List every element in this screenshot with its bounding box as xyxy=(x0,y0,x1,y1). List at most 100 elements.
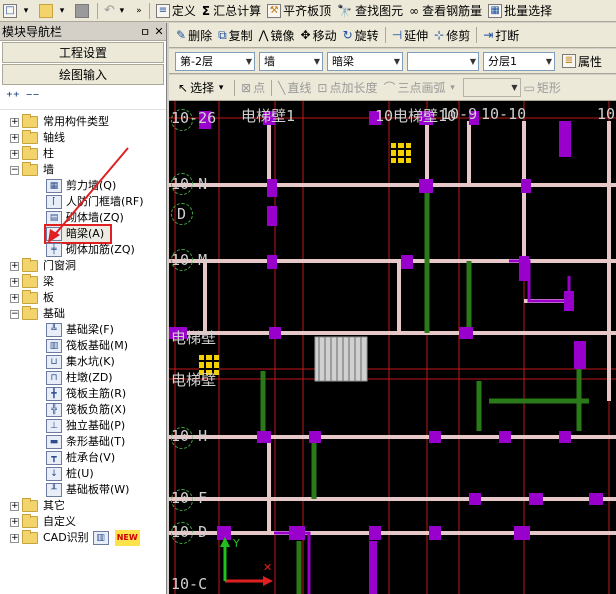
tree-item-column-pier[interactable]: ⊓ 柱墩(ZD) xyxy=(0,370,166,386)
collapse-icon[interactable]: − xyxy=(10,309,19,319)
expand-icon[interactable]: + xyxy=(10,293,19,303)
sum-calc-button[interactable]: Σ 汇总计算 xyxy=(199,1,264,21)
expand-icon[interactable]: + xyxy=(10,149,19,159)
copy-button[interactable]: ⧉ 复制 xyxy=(215,25,256,45)
dropdown-arrow-icon[interactable]: ▾ xyxy=(55,2,69,20)
tree-item-foundation-strip[interactable]: ╨ 基础板带(W) xyxy=(0,482,166,498)
expand-all-icon[interactable]: ⁺⁺ xyxy=(6,90,20,105)
tree-item-raft-negative-rebar[interactable]: ╬ 筏板负筋(X) xyxy=(0,402,166,418)
tree-item-foundation[interactable]: − 基础 xyxy=(0,306,166,322)
tree-item-strip-footing[interactable]: ▬ 条形基础(T) xyxy=(0,434,166,450)
collapse-icon[interactable]: − xyxy=(10,165,19,175)
close-icon[interactable]: ✕ xyxy=(152,25,166,38)
floor-plan-drawing[interactable]: ✕ Y xyxy=(169,101,616,594)
rect-button[interactable]: ▭ 矩形 xyxy=(521,78,564,98)
arc-icon: ⌒ xyxy=(383,81,396,95)
tree-item-beam[interactable]: + 梁 xyxy=(0,274,166,290)
point-length-button[interactable]: ⊡ 点加长度 xyxy=(314,78,380,98)
tree-item-pile-cap[interactable]: ┳ 桩承台(V) xyxy=(0,450,166,466)
point-button[interactable]: ⊠ 点 xyxy=(238,78,268,98)
axis-label: 10-D xyxy=(171,523,208,541)
axis-label: 电梯壁1 xyxy=(241,107,296,125)
view-rebar-button[interactable]: ∞ 查看钢筋量 xyxy=(406,1,485,21)
app-window: □ ▾ ▾ ↶ ▾ » ≡ 定义 Σ 汇总计算 ⚒ 平齐板顶 🔭 查找图元 ∞ 查看钢筋量 ▦… xyxy=(0,0,616,594)
rotate-icon: ↻ xyxy=(342,28,353,42)
glasses-icon: ∞ xyxy=(409,3,420,18)
move-button[interactable]: ✥ 移动 xyxy=(298,25,340,45)
tree-item-masonry-rebar[interactable]: ╪ 砌体加筋(ZQ) xyxy=(0,242,166,258)
break-button[interactable]: ⇥ 打断 xyxy=(480,25,522,45)
strip-footing-icon: ▬ xyxy=(46,435,62,449)
toolbar-overflow-icon[interactable]: » xyxy=(132,2,146,20)
tree-item-shear-wall[interactable]: ▦ 剪力墙(Q) xyxy=(0,178,166,194)
axis-label: 10-26 xyxy=(171,109,217,127)
tree-item-custom[interactable]: + 自定义 xyxy=(0,514,166,530)
tree-toolbar: ⁺⁺ ⁻⁻ xyxy=(0,86,166,110)
trim-button[interactable]: ⊹ 修剪 xyxy=(431,25,473,45)
floor-select[interactable]: 第-2层 ▼ xyxy=(175,51,255,71)
tree-item-hidden-beam[interactable]: ◿ 暗梁(A) xyxy=(0,224,166,244)
tree-item-raft-main-rebar[interactable]: ╋ 筏板主筋(R) xyxy=(0,386,166,402)
element-select[interactable]: ▼ xyxy=(407,51,479,71)
pin-icon[interactable]: ㅁ xyxy=(138,24,152,40)
project-settings-button[interactable]: 工程设置 xyxy=(2,42,164,63)
dropdown-arrow-icon[interactable]: ▾ xyxy=(19,2,33,20)
three-point-arc-button[interactable]: ⌒ 三点画弧 ▾ xyxy=(380,78,462,98)
layer-select[interactable]: 分层1 ▼ xyxy=(483,51,555,71)
expand-icon[interactable]: + xyxy=(10,261,19,271)
masonry-rebar-icon: ╪ xyxy=(46,243,62,257)
main-toolbar: □ ▾ ▾ ↶ ▾ » ≡ 定义 Σ 汇总计算 ⚒ 平齐板顶 🔭 查找图元 ∞ 查看钢筋量 ▦… xyxy=(0,0,616,22)
mirror-button[interactable]: ⋀ 镜像 xyxy=(256,25,298,45)
undo-button[interactable]: ↶ ▾ xyxy=(101,1,132,21)
tree-item-raft-foundation[interactable]: ▥ 筏板基础(M) xyxy=(0,338,166,354)
expand-icon[interactable]: + xyxy=(10,517,19,527)
chevron-down-icon: ▼ xyxy=(469,56,476,66)
expand-icon[interactable]: + xyxy=(10,133,19,143)
drawing-canvas[interactable]: ✕ Y 10-26 电梯壁1 10电梯壁10 10-9 10-10 10 10-… xyxy=(169,101,616,594)
tree-item-door-window[interactable]: + 门窗洞 xyxy=(0,258,166,274)
expand-icon[interactable]: + xyxy=(10,277,19,287)
line-button[interactable]: ╲ 直线 xyxy=(275,78,314,98)
tree-item-isolated-footing[interactable]: ⊥ 独立基础(P) xyxy=(0,418,166,434)
tree-item-cad-recognition[interactable]: + CAD识别 ▥ NEW xyxy=(0,530,166,546)
collapse-all-icon[interactable]: ⁻⁻ xyxy=(26,90,40,105)
extend-button[interactable]: ⊣ 延伸 xyxy=(389,25,431,45)
save-button[interactable] xyxy=(72,1,94,21)
axis-label: 电梯壁 xyxy=(171,329,217,347)
arc-option-select[interactable]: ▼ xyxy=(462,78,521,97)
tree-item-other[interactable]: + 其它 xyxy=(0,498,166,514)
folder-icon xyxy=(22,514,38,528)
rotate-button[interactable]: ↻ 旋转 xyxy=(340,25,382,45)
tree-label: 筏板主筋(R) xyxy=(66,387,127,400)
properties-button[interactable]: ≣ 属性 xyxy=(559,51,605,71)
properties-label: 属性 xyxy=(578,54,603,69)
select-button[interactable]: ↖ 选择 ▾ xyxy=(175,78,231,98)
chevron-down-icon: ▾ xyxy=(218,82,224,93)
tree-item-column[interactable]: + 柱 xyxy=(0,146,166,162)
expand-icon[interactable]: + xyxy=(10,533,19,543)
tree-item-common-types[interactable]: + 常用构件类型 xyxy=(0,114,166,130)
tree-item-axis[interactable]: + 轴线 xyxy=(0,130,166,146)
align-top-button[interactable]: ⚒ 平齐板顶 xyxy=(264,1,334,21)
expand-icon[interactable]: + xyxy=(10,117,19,127)
dropdown-arrow-icon[interactable]: ▾ xyxy=(115,2,129,20)
tree-label: 梁 xyxy=(43,275,54,288)
tree-item-slab[interactable]: + 板 xyxy=(0,290,166,306)
open-file-button[interactable]: ▾ xyxy=(36,1,72,21)
expand-icon[interactable]: + xyxy=(10,501,19,511)
batch-select-button[interactable]: ▦ 批量选择 xyxy=(485,1,555,21)
tree-item-wall[interactable]: − 墙 xyxy=(0,162,166,178)
copy-label: 复制 xyxy=(228,28,253,43)
tree-item-foundation-beam[interactable]: ╩ 基础梁(F) xyxy=(0,322,166,338)
type-select[interactable]: 暗梁 ▼ xyxy=(327,51,403,71)
tree-item-sump-pit[interactable]: ⊔ 集水坑(K) xyxy=(0,354,166,370)
category-select[interactable]: 墙 ▼ xyxy=(259,51,323,71)
tree-item-civil-defense-wall[interactable]: ⌈ 人防门框墙(RF) xyxy=(0,194,166,210)
tree-item-pile[interactable]: ↓ 桩(U) xyxy=(0,466,166,482)
new-file-button[interactable]: □ ▾ xyxy=(0,1,36,21)
find-element-button[interactable]: 🔭 查找图元 xyxy=(334,1,406,21)
define-button[interactable]: ≡ 定义 xyxy=(153,1,199,21)
tree-item-masonry-wall[interactable]: ▤ 砌体墙(ZQ) xyxy=(0,210,166,226)
delete-button[interactable]: ✎ 删除 xyxy=(173,25,215,45)
drawing-input-button[interactable]: 绘图输入 xyxy=(2,64,164,85)
